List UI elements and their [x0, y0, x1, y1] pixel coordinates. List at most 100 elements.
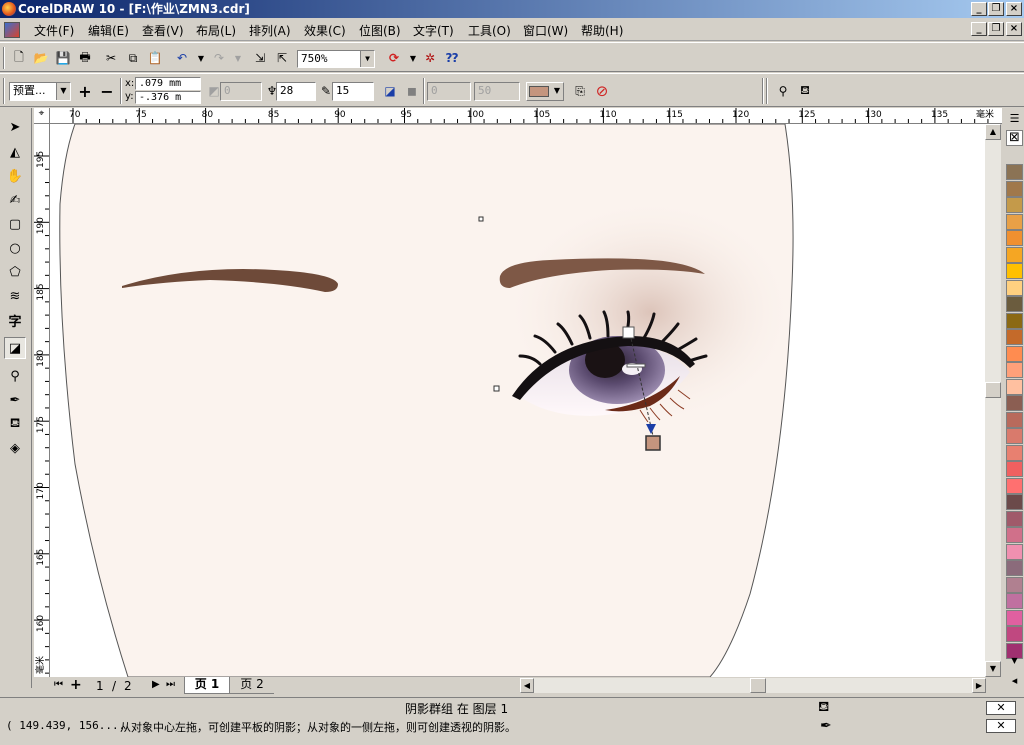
- scroll-up-icon[interactable]: ▲: [985, 124, 1001, 140]
- outline-pen-icon[interactable]: ✒: [820, 718, 832, 734]
- ellipse-tool-icon[interactable]: ○: [4, 237, 26, 259]
- doc-minimize-button[interactable]: _: [971, 22, 987, 36]
- add-page-icon[interactable]: +: [70, 677, 82, 693]
- eyedropper-tool-icon[interactable]: ⚲: [4, 365, 26, 387]
- palette-swatch[interactable]: [1006, 494, 1023, 510]
- toolbar-grip[interactable]: [766, 78, 768, 104]
- menu-effects[interactable]: 效果(C): [304, 22, 346, 39]
- close-button[interactable]: ×: [1006, 2, 1022, 16]
- outline-none-swatch[interactable]: ✕: [986, 719, 1016, 733]
- corel-online-icon[interactable]: ✲: [420, 48, 440, 68]
- redo-icon[interactable]: ↷: [209, 48, 229, 68]
- eyedropper-icon[interactable]: ⚲: [773, 81, 793, 101]
- interactive-shadow-tool-icon[interactable]: ◪: [4, 337, 26, 359]
- coreldraw-app-icon[interactable]: [2, 2, 16, 16]
- feather-field[interactable]: 15: [332, 82, 374, 101]
- palette-swatch[interactable]: [1006, 378, 1023, 395]
- palette-swatch[interactable]: [1006, 461, 1023, 477]
- selection-node[interactable]: [478, 216, 484, 222]
- doc-restore-button[interactable]: ❐: [988, 22, 1004, 36]
- palette-swatch[interactable]: [1006, 576, 1023, 593]
- palette-swatch[interactable]: [1006, 560, 1023, 576]
- palette-swatch[interactable]: [1006, 246, 1023, 263]
- paintbucket-icon[interactable]: ⛾: [795, 81, 815, 101]
- shadow-color-picker[interactable]: ▼: [526, 82, 564, 101]
- palette-swatch[interactable]: [1006, 411, 1023, 428]
- palette-swatch[interactable]: [1006, 593, 1023, 609]
- paste-icon[interactable]: 📋: [145, 48, 165, 68]
- chevron-down-icon[interactable]: ▼: [56, 83, 70, 100]
- palette-swatch[interactable]: [1006, 510, 1023, 527]
- print-icon[interactable]: 🖶: [75, 48, 95, 68]
- copy-icon[interactable]: ⧉: [123, 48, 143, 68]
- menu-arrange[interactable]: 排列(A): [249, 22, 291, 39]
- menu-view[interactable]: 查看(V): [142, 22, 184, 39]
- palette-swatch[interactable]: [1006, 279, 1023, 296]
- whats-this-help-icon[interactable]: ⁇: [442, 48, 462, 68]
- palette-swatch[interactable]: [1006, 609, 1023, 626]
- palette-swatch[interactable]: [1006, 543, 1023, 560]
- palette-swatch[interactable]: [1006, 296, 1023, 312]
- shadow-end-handle[interactable]: [645, 435, 661, 451]
- next-page-icon[interactable]: ▶: [152, 679, 160, 690]
- text-tool-icon[interactable]: 字: [4, 309, 26, 331]
- palette-swatch[interactable]: [1006, 230, 1023, 246]
- y-offset-field[interactable]: -.376 m: [135, 91, 201, 104]
- palette-swatch[interactable]: [1006, 197, 1023, 213]
- palette-swatch[interactable]: [1006, 527, 1023, 543]
- fill-indicator-icon[interactable]: ⛾: [818, 699, 829, 717]
- ruler-origin-icon[interactable]: ⌖: [34, 108, 50, 124]
- pick-tool-icon[interactable]: ➤: [4, 116, 26, 138]
- menu-bitmaps[interactable]: 位图(B): [359, 22, 401, 39]
- drawing-canvas[interactable]: [50, 124, 985, 677]
- chevron-down-icon[interactable]: ▼: [554, 86, 560, 95]
- shadow-start-handle[interactable]: [622, 326, 635, 339]
- palette-options-icon[interactable]: ☰: [1006, 112, 1023, 129]
- scroll-right-icon[interactable]: ▶: [972, 678, 986, 693]
- palette-swatch[interactable]: [1006, 213, 1023, 230]
- application-launcher-icon[interactable]: ⟳: [384, 48, 404, 68]
- shape-tool-icon[interactable]: ◭: [4, 141, 26, 163]
- open-icon[interactable]: 📂: [31, 48, 51, 68]
- import-icon[interactable]: ⇲: [250, 48, 270, 68]
- menu-edit[interactable]: 编辑(E): [88, 22, 129, 39]
- undo-dropdown-icon[interactable]: ▼: [191, 48, 211, 68]
- chevron-down-icon[interactable]: ▼: [360, 51, 374, 67]
- feather-edges-icon[interactable]: ◼: [402, 81, 422, 101]
- menu-window[interactable]: 窗口(W): [523, 22, 568, 39]
- menu-help[interactable]: 帮助(H): [581, 22, 623, 39]
- palette-swatch[interactable]: [1006, 164, 1023, 180]
- interactive-fill-icon[interactable]: ◈: [4, 437, 26, 459]
- preset-select[interactable]: 预置... ▼: [9, 82, 71, 101]
- palette-swatch[interactable]: [1006, 444, 1023, 461]
- page-tab-2[interactable]: 页 2: [230, 677, 274, 694]
- redo-dropdown-icon[interactable]: ▼: [228, 48, 248, 68]
- palette-swatch[interactable]: [1006, 626, 1023, 642]
- palette-swatch[interactable]: [1006, 180, 1023, 197]
- clear-shadow-icon[interactable]: ⊘: [592, 81, 612, 101]
- minimize-button[interactable]: _: [971, 2, 987, 16]
- new-icon[interactable]: 🗋: [9, 48, 29, 68]
- selection-node[interactable]: [493, 385, 500, 392]
- horizontal-scrollbar[interactable]: ◀ ▶: [520, 678, 986, 693]
- outline-tool-icon[interactable]: ✒: [4, 389, 26, 411]
- palette-swatch[interactable]: [1006, 395, 1023, 411]
- opacity-slider-handle[interactable]: [626, 363, 646, 368]
- doc-close-button[interactable]: ×: [1006, 22, 1022, 36]
- remove-preset-icon[interactable]: −: [97, 81, 117, 101]
- scroll-down-icon[interactable]: ▼: [985, 661, 1001, 677]
- spiral-tool-icon[interactable]: ≋: [4, 285, 26, 307]
- rectangle-tool-icon[interactable]: ▢: [4, 213, 26, 235]
- fill-none-swatch[interactable]: ✕: [986, 701, 1016, 715]
- first-page-icon[interactable]: ⏮: [54, 679, 63, 690]
- palette-swatch[interactable]: [1006, 345, 1023, 362]
- restore-button[interactable]: ❐: [988, 2, 1004, 16]
- palette-swatch[interactable]: [1006, 477, 1023, 494]
- palette-swatch[interactable]: [1006, 263, 1023, 279]
- menu-text[interactable]: 文字(T): [413, 22, 454, 39]
- save-icon[interactable]: 💾: [53, 48, 73, 68]
- document-icon[interactable]: [4, 22, 20, 38]
- vertical-ruler[interactable]: 19519018518017517016516015毫米: [34, 124, 50, 677]
- toolbar-grip[interactable]: [3, 47, 5, 69]
- palette-swatch[interactable]: [1006, 329, 1023, 345]
